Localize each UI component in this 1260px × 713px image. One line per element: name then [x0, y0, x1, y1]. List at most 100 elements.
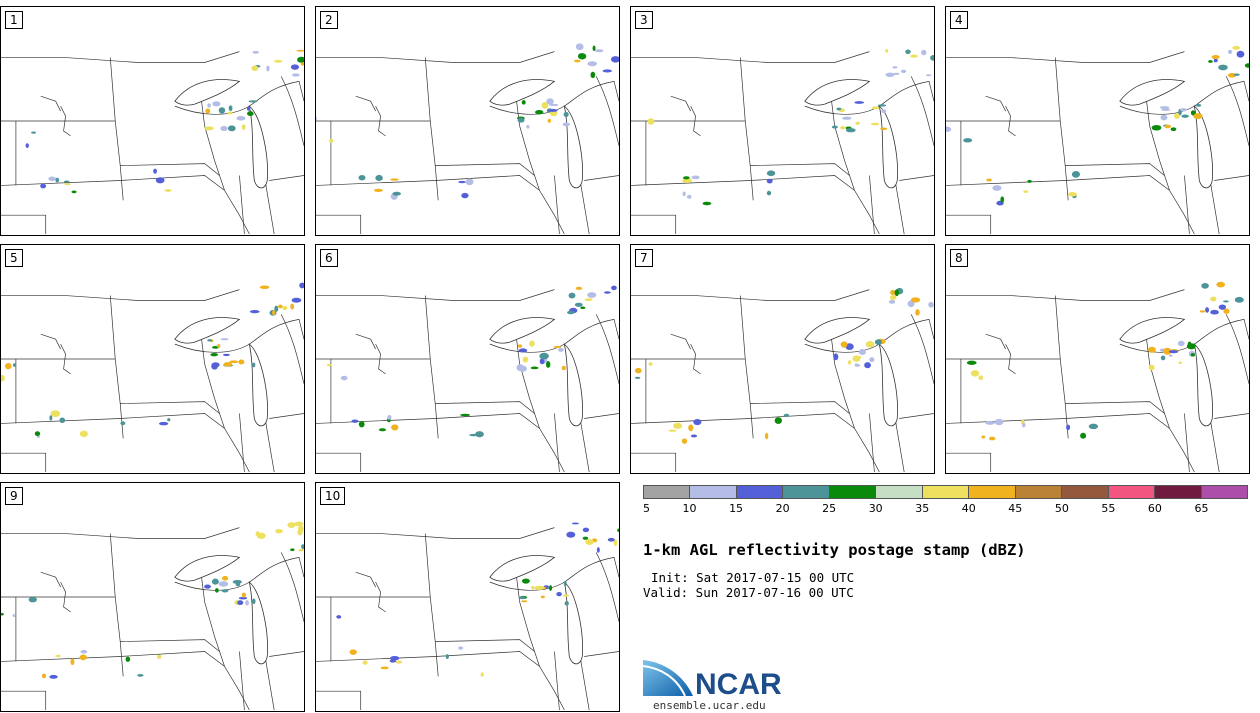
reflectivity-echo: [1148, 364, 1155, 371]
reflectivity-echo: [221, 589, 229, 593]
state-boundary: [869, 175, 875, 235]
reflectivity-echo: [251, 65, 259, 72]
state-boundary: [584, 413, 619, 419]
reflectivity-echo: [540, 595, 545, 599]
reflectivity-echo: [220, 338, 229, 341]
reflectivity-echo: [989, 436, 996, 441]
panel-label: 10: [320, 487, 346, 505]
reflectivity-echo: [1151, 124, 1162, 131]
reflectivity-echo: [582, 527, 590, 533]
reflectivity-echo: [774, 417, 783, 424]
state-boundary: [1184, 413, 1190, 473]
colorbar-tick-65: 65: [1194, 502, 1209, 515]
reflectivity-echo: [222, 353, 230, 357]
colorbar-segment-13: [1201, 486, 1248, 498]
state-boundary: [1, 175, 225, 191]
state-boundary: [514, 86, 565, 235]
reflectivity-echo: [978, 375, 984, 381]
reflectivity-echo: [584, 298, 593, 302]
reflectivity-echo: [232, 579, 242, 584]
reflectivity-echo: [521, 578, 530, 584]
reflectivity-echo: [521, 100, 526, 105]
colorbar-segment-2: [690, 486, 737, 498]
reflectivity-echo: [577, 53, 587, 60]
colorbar-tick-40: 40: [961, 502, 976, 515]
lake-outline: [489, 317, 556, 344]
reflectivity-echo: [1210, 309, 1219, 315]
reflectivity-echo: [1181, 114, 1189, 118]
reflectivity-echo: [1177, 340, 1185, 347]
basemap: [1, 282, 304, 473]
reflectivity-echo: [1205, 307, 1210, 313]
reflectivity-echo: [362, 660, 368, 665]
reflectivity-echo: [297, 529, 303, 536]
state-boundary: [199, 324, 250, 473]
state-boundary: [269, 175, 304, 181]
reflectivity-echo: [204, 584, 211, 589]
reflectivity-echo: [981, 435, 986, 439]
state-boundary: [120, 401, 220, 414]
reflectivity-echo: [986, 178, 992, 182]
state-boundary: [1, 452, 47, 473]
reflectivity-echo: [296, 49, 304, 52]
colorbar-tick-20: 20: [775, 502, 790, 515]
reflectivity-echo: [517, 344, 523, 348]
state-boundary: [239, 651, 245, 711]
reflectivity-echo: [1, 612, 4, 616]
ensemble-member-panel-2: 2: [315, 6, 620, 236]
ensemble-member-panel-4: 4: [945, 6, 1250, 236]
basemap: [631, 287, 934, 473]
colorbar-segment-9: [1015, 486, 1063, 498]
lake-outline: [1193, 343, 1213, 427]
reflectivity-echo: [688, 424, 694, 432]
reflectivity-echo: [681, 438, 688, 444]
reflectivity-echo: [994, 418, 1004, 426]
reflectivity-echo: [574, 302, 583, 307]
colorbar-tick-5: 5: [643, 502, 650, 515]
state-boundary: [109, 533, 124, 677]
reflectivity-echo: [592, 45, 596, 52]
reflectivity-echo: [1201, 282, 1209, 289]
state-boundary: [316, 214, 362, 235]
reflectivity-echo: [607, 537, 615, 542]
reflectivity-echo: [340, 375, 348, 381]
reflectivity-echo: [301, 544, 304, 550]
state-boundary: [1054, 295, 1069, 439]
reflectivity-echo: [49, 674, 58, 679]
basemap: [316, 285, 619, 473]
state-boundary: [424, 295, 439, 439]
state-boundary: [1, 413, 225, 429]
reflectivity-echo: [1233, 73, 1240, 76]
reflectivity-echo: [900, 69, 907, 74]
reflectivity-echo: [582, 536, 589, 540]
reflectivity-echo: [596, 547, 600, 553]
reflectivity-echo: [766, 178, 773, 184]
reflectivity-echo: [682, 191, 686, 197]
state-boundary: [631, 175, 855, 191]
state-boundary: [435, 639, 535, 652]
reflectivity-echo: [1216, 281, 1226, 288]
reflectivity-echo: [207, 103, 211, 108]
reflectivity-echo: [349, 649, 357, 655]
reflectivity-echo: [218, 581, 229, 587]
reflectivity-echo: [869, 357, 875, 363]
reflectivity-echo: [59, 417, 66, 424]
reflectivity-echo: [1199, 310, 1205, 313]
basemap: [316, 522, 619, 711]
reflectivity-echo: [870, 122, 880, 126]
reflectivity-echo: [535, 109, 544, 115]
panel-label: 1: [5, 11, 23, 29]
reflectivity-echo: [1208, 60, 1213, 63]
reflectivity-echo: [885, 49, 889, 53]
state-boundary: [316, 51, 555, 63]
reflectivity-echo: [79, 430, 88, 438]
reflectivity-echo: [1236, 50, 1245, 58]
reflectivity-echo: [541, 101, 549, 109]
reflectivity-echo: [910, 54, 918, 58]
state-boundary: [1, 214, 47, 235]
state-boundary: [631, 214, 677, 235]
reflectivity-echo: [70, 658, 75, 666]
reflectivity-echo: [562, 594, 569, 597]
reflectivity-echo: [831, 125, 838, 129]
reflectivity-echo: [1066, 424, 1071, 431]
